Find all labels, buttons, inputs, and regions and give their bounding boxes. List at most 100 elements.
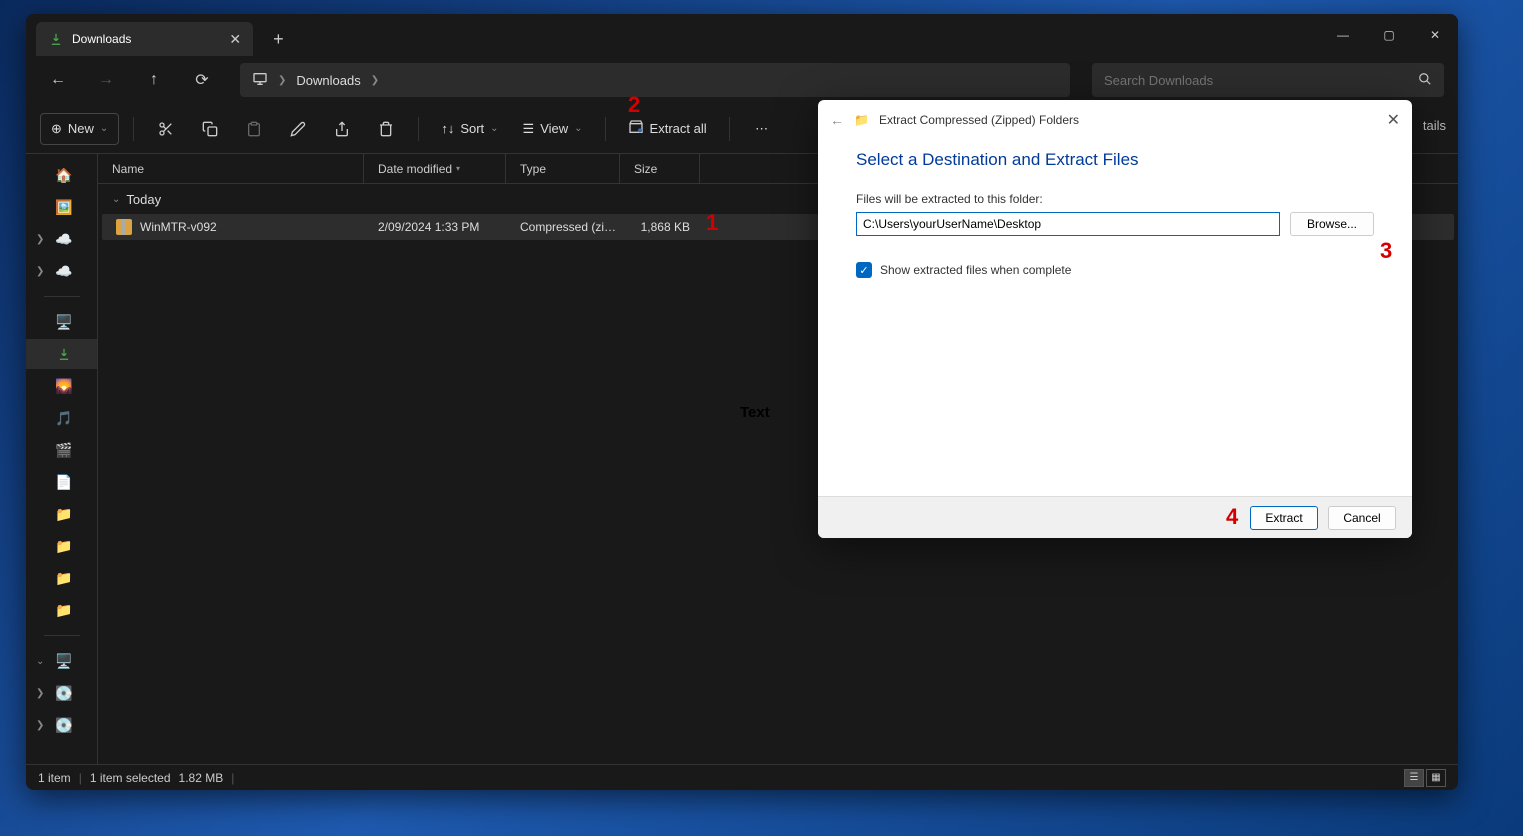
new-button[interactable]: ⊕ New ⌄ xyxy=(40,113,119,145)
annotation-1: 1 xyxy=(706,210,718,236)
sort-arrow-icon: ▾ xyxy=(456,164,460,173)
details-button-cut[interactable]: tails xyxy=(1423,118,1446,133)
annotation-3: 3 xyxy=(1380,238,1392,264)
address-bar[interactable]: ❯ Downloads ❯ xyxy=(240,63,1070,97)
view-toggles: ☰ ▦ xyxy=(1404,769,1446,787)
separator: | xyxy=(231,771,234,785)
sidebar-drive-2[interactable]: ❯💽 xyxy=(26,710,97,740)
downloads-icon xyxy=(56,346,72,362)
share-button[interactable] xyxy=(324,113,360,145)
plus-icon: ⊕ xyxy=(51,121,62,137)
folder-icon: 📁 xyxy=(56,570,72,586)
back-button[interactable]: ← xyxy=(40,62,76,98)
sidebar-downloads[interactable] xyxy=(26,339,97,369)
separator xyxy=(418,117,419,141)
cloud-icon: ☁️ xyxy=(56,231,72,247)
more-button[interactable]: ⋯ xyxy=(744,113,780,145)
chevron-down-icon: ⌄ xyxy=(490,123,498,134)
desktop-icon: 🖥️ xyxy=(56,314,72,330)
chevron-icon: ❯ xyxy=(371,75,379,86)
view-button[interactable]: ☰ View ⌄ xyxy=(515,113,591,145)
sidebar-folder-3[interactable]: 📁 xyxy=(26,563,97,593)
sidebar-onedrive-2[interactable]: ❯ ☁️ xyxy=(26,256,97,286)
sidebar-drive-1[interactable]: ❯💽 xyxy=(26,678,97,708)
rename-button[interactable] xyxy=(280,113,316,145)
column-name[interactable]: Name xyxy=(98,154,364,183)
show-files-checkbox-row[interactable]: ✓ Show extracted files when complete xyxy=(856,262,1374,278)
new-tab-button[interactable]: + xyxy=(273,29,284,50)
sidebar-desktop[interactable]: 🖥️ xyxy=(26,307,97,337)
sidebar-folder-1[interactable]: 📁 xyxy=(26,499,97,529)
dialog-path-label: Files will be extracted to this folder: xyxy=(856,192,1374,206)
search-box[interactable] xyxy=(1092,63,1444,97)
search-icon[interactable] xyxy=(1418,72,1432,89)
sidebar-folder-4[interactable]: 📁 xyxy=(26,595,97,625)
sidebar-folder-2[interactable]: 📁 xyxy=(26,531,97,561)
show-files-label: Show extracted files when complete xyxy=(880,263,1071,277)
tab-close-button[interactable]: ✕ xyxy=(229,31,241,48)
sidebar-documents[interactable]: 📄 xyxy=(26,467,97,497)
cloud-icon: ☁️ xyxy=(56,263,72,279)
column-date[interactable]: Date modified▾ xyxy=(364,154,506,183)
view-label: View xyxy=(540,121,568,136)
refresh-button[interactable]: ⟳ xyxy=(184,62,220,98)
dialog-header: ← 📁 Extract Compressed (Zipped) Folders … xyxy=(818,100,1412,140)
gallery-icon: 🖼️ xyxy=(56,199,72,215)
minimize-button[interactable]: — xyxy=(1320,19,1366,51)
thumbnails-view-toggle[interactable]: ▦ xyxy=(1426,769,1446,787)
cut-button[interactable] xyxy=(148,113,184,145)
pictures-icon: 🌄 xyxy=(56,378,72,394)
sidebar-videos[interactable]: 🎬 xyxy=(26,435,97,465)
chevron-down-icon: ⌄ xyxy=(112,194,120,205)
copy-button[interactable] xyxy=(192,113,228,145)
sort-icon: ↑↓ xyxy=(441,121,454,136)
cancel-button[interactable]: Cancel xyxy=(1328,506,1396,530)
group-label: Today xyxy=(126,192,161,207)
chevron-icon: ❯ xyxy=(36,266,44,277)
dialog-title: Select a Destination and Extract Files xyxy=(856,150,1374,170)
delete-button[interactable] xyxy=(368,113,404,145)
breadcrumb-downloads[interactable]: Downloads xyxy=(296,73,360,88)
file-name-cell: WinMTR-v092 xyxy=(102,219,364,235)
chevron-icon: ❯ xyxy=(36,720,44,731)
close-button[interactable]: ✕ xyxy=(1412,19,1458,51)
extract-button[interactable]: Extract xyxy=(1250,506,1318,530)
extract-dialog: ← 📁 Extract Compressed (Zipped) Folders … xyxy=(818,100,1412,538)
maximize-button[interactable]: ▢ xyxy=(1366,19,1412,51)
status-count: 1 item xyxy=(38,771,71,785)
separator xyxy=(605,117,606,141)
sidebar-pictures[interactable]: 🌄 xyxy=(26,371,97,401)
dialog-footer: Extract Cancel xyxy=(818,496,1412,538)
destination-path-input[interactable] xyxy=(856,212,1280,236)
paste-button[interactable] xyxy=(236,113,272,145)
stray-text: Text xyxy=(740,404,770,421)
sort-button[interactable]: ↑↓ Sort ⌄ xyxy=(433,113,506,145)
forward-button[interactable]: → xyxy=(88,62,124,98)
window-tab[interactable]: Downloads ✕ xyxy=(36,22,253,56)
tab-title: Downloads xyxy=(72,32,131,46)
dialog-close-button[interactable]: ✕ xyxy=(1387,110,1400,130)
up-button[interactable]: ↑ xyxy=(136,62,172,98)
sidebar-onedrive-1[interactable]: ❯☁️ xyxy=(26,224,97,254)
file-name: WinMTR-v092 xyxy=(140,220,217,234)
details-view-toggle[interactable]: ☰ xyxy=(1404,769,1424,787)
titlebar: Downloads ✕ + — ▢ ✕ xyxy=(26,14,1458,56)
folder-icon: 📁 xyxy=(56,602,72,618)
dialog-back-button[interactable]: ← xyxy=(830,112,844,128)
checkbox-checked-icon[interactable]: ✓ xyxy=(856,262,872,278)
search-input[interactable] xyxy=(1104,73,1418,88)
sidebar-home[interactable]: 🏠 xyxy=(26,160,97,190)
chevron-icon: ❯ xyxy=(36,688,44,699)
sidebar-this-pc[interactable]: ⌄🖥️ xyxy=(26,646,97,676)
column-type[interactable]: Type xyxy=(506,154,620,183)
file-type: Compressed (zipp… xyxy=(506,220,620,234)
extract-icon xyxy=(628,119,644,138)
status-bar: 1 item | 1 item selected 1.82 MB | ☰ ▦ xyxy=(26,764,1458,790)
column-size[interactable]: Size xyxy=(620,154,700,183)
browse-button[interactable]: Browse... xyxy=(1290,212,1374,236)
annotation-2: 2 xyxy=(628,92,640,118)
sidebar-music[interactable]: 🎵 xyxy=(26,403,97,433)
new-label: New xyxy=(68,121,94,136)
sidebar-gallery[interactable]: 🖼️ xyxy=(26,192,97,222)
sort-label: Sort xyxy=(460,121,484,136)
